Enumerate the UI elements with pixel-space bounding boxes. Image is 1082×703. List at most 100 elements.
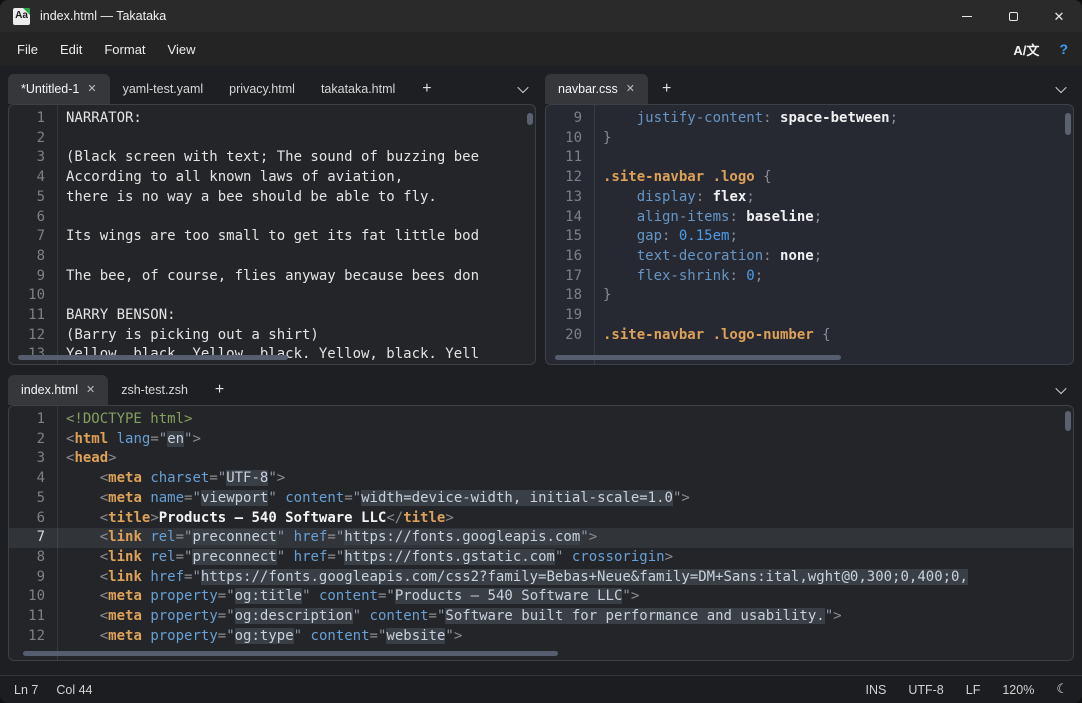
- tab-takataka-html[interactable]: takataka.html: [308, 74, 408, 104]
- code-token: [66, 608, 100, 624]
- code-token: ": [218, 470, 226, 486]
- code-token: =: [218, 588, 226, 604]
- code-line-text: [57, 286, 66, 306]
- new-tab-button[interactable]: +: [648, 74, 685, 104]
- line-number: 10: [546, 129, 594, 149]
- vertical-scrollbar-thumb[interactable]: [1065, 113, 1071, 135]
- help-button[interactable]: ?: [1059, 41, 1068, 57]
- code-line: 12 <meta property="og:type" content="web…: [9, 627, 1073, 647]
- editor-area[interactable]: 1<!DOCTYPE html>2<html lang="en">3<head>…: [8, 405, 1074, 661]
- maximize-icon: [1009, 12, 1018, 21]
- vertical-scrollbar[interactable]: [1064, 108, 1071, 354]
- vertical-scrollbar-thumb[interactable]: [527, 113, 533, 125]
- code-line-text: Its wings are too small to get its fat l…: [57, 227, 479, 247]
- code-token: rel: [150, 549, 175, 565]
- tab-navbar-css[interactable]: navbar.css✕: [545, 74, 648, 104]
- line-ending[interactable]: LF: [966, 683, 981, 697]
- tab-label: privacy.html: [229, 82, 295, 96]
- code-token: >: [445, 510, 453, 526]
- code-line-text: <link rel="preconnect" href="https://fon…: [57, 548, 673, 568]
- code-token: lang: [117, 431, 151, 447]
- code-line-text: }: [594, 129, 611, 149]
- code-token: [66, 569, 100, 585]
- menu-view[interactable]: View: [157, 37, 207, 62]
- tab-close-icon[interactable]: ✕: [87, 84, 96, 95]
- menu-file[interactable]: File: [6, 37, 49, 62]
- code-token: .site-navbar .logo: [603, 169, 755, 185]
- line-number: 8: [9, 548, 57, 568]
- code-token: og:title: [235, 588, 302, 604]
- tab-index-html[interactable]: index.html✕: [8, 375, 108, 405]
- code-line-text: .site-navbar .logo {: [594, 168, 772, 188]
- code-token: :: [763, 248, 780, 264]
- encoding[interactable]: UTF-8: [908, 683, 943, 697]
- insert-mode[interactable]: INS: [866, 683, 887, 697]
- theme-moon-icon[interactable]: ☾: [1056, 682, 1068, 697]
- code-token: >: [108, 450, 116, 466]
- horizontal-scrollbar-thumb[interactable]: [555, 355, 841, 360]
- code-line: 9 <link href="https://fonts.googleapis.c…: [9, 568, 1073, 588]
- tab-yaml-test-yaml[interactable]: yaml-test.yaml: [110, 74, 217, 104]
- tab-overflow-chevron-icon[interactable]: [510, 74, 536, 104]
- horizontal-scrollbar-thumb[interactable]: [23, 651, 557, 656]
- code-token: flex-shrink: [637, 268, 730, 284]
- vertical-scrollbar[interactable]: [1064, 409, 1071, 650]
- tab-privacy-html[interactable]: privacy.html: [216, 74, 308, 104]
- tab-overflow-chevron-icon[interactable]: [1048, 74, 1074, 104]
- new-tab-button[interactable]: +: [408, 74, 445, 104]
- horizontal-scrollbar[interactable]: [550, 355, 1061, 361]
- window-titlebar: Aa index.html — Takataka ✕: [0, 0, 1082, 32]
- line-number: 3: [9, 148, 57, 168]
- minimize-button[interactable]: [944, 0, 990, 32]
- close-button[interactable]: ✕: [1036, 0, 1082, 32]
- new-tab-button[interactable]: +: [201, 375, 238, 405]
- maximize-button[interactable]: [990, 0, 1036, 32]
- horizontal-scrollbar[interactable]: [13, 651, 1061, 657]
- code-token: there is no way a bee should be able to …: [66, 189, 437, 205]
- code-token: [603, 248, 637, 264]
- code-token: [285, 549, 293, 565]
- code-token: display: [637, 189, 696, 205]
- code-line-text: text-decoration: none;: [594, 247, 822, 267]
- code-token: [302, 628, 310, 644]
- tab-label: takataka.html: [321, 82, 395, 96]
- code-line-text: <title>Products — 540 Software LLC</titl…: [57, 509, 454, 529]
- editor-area[interactable]: 1NARRATOR:23(Black screen with text; The…: [8, 104, 536, 365]
- cursor-position: Ln 7 Col 44: [14, 683, 92, 697]
- code-line: 9 justify-content: space-between;: [546, 109, 1073, 129]
- code-line: 2<html lang="en">: [9, 430, 1073, 450]
- code-token: ": [580, 529, 588, 545]
- vertical-scrollbar[interactable]: [526, 108, 533, 354]
- code-token: website: [386, 628, 445, 644]
- menu-edit[interactable]: Edit: [49, 37, 93, 62]
- line-number: 19: [546, 306, 594, 326]
- code-token: :: [662, 228, 679, 244]
- line-number: 11: [546, 148, 594, 168]
- horizontal-scrollbar-thumb[interactable]: [18, 355, 288, 360]
- zoom-level[interactable]: 120%: [1002, 683, 1034, 697]
- code-line: 9The bee, of course, flies anyway becaus…: [9, 267, 535, 287]
- tab-close-icon[interactable]: ✕: [626, 84, 635, 95]
- tab-untitled-1[interactable]: *Untitled-1 ✕: [8, 74, 110, 104]
- editor-area[interactable]: 9 justify-content: space-between;10}1112…: [545, 104, 1074, 365]
- tab-overflow-chevron-icon[interactable]: [1048, 375, 1074, 405]
- code-token: BARRY BENSON:: [66, 307, 176, 323]
- horizontal-scrollbar[interactable]: [13, 355, 523, 361]
- code-token: property: [150, 628, 217, 644]
- line-number: 10: [9, 286, 57, 306]
- code-token: NARRATOR:: [66, 110, 142, 126]
- code-token: align-items: [637, 209, 730, 225]
- code-token: title: [108, 510, 150, 526]
- tab-label: *Untitled-1: [21, 82, 79, 96]
- code-token: meta: [108, 588, 142, 604]
- code-token: =: [209, 470, 217, 486]
- code-token: [603, 209, 637, 225]
- code-token: ;: [814, 209, 822, 225]
- tab-zsh-test-zsh[interactable]: zsh-test.zsh: [108, 375, 201, 405]
- ime-language-toggle[interactable]: A/文: [1013, 40, 1039, 59]
- code-token: html: [74, 431, 108, 447]
- menu-format[interactable]: Format: [93, 37, 156, 62]
- tab-close-icon[interactable]: ✕: [86, 385, 95, 396]
- code-line: 6 <title>Products — 540 Software LLC</ti…: [9, 509, 1073, 529]
- vertical-scrollbar-thumb[interactable]: [1065, 411, 1071, 430]
